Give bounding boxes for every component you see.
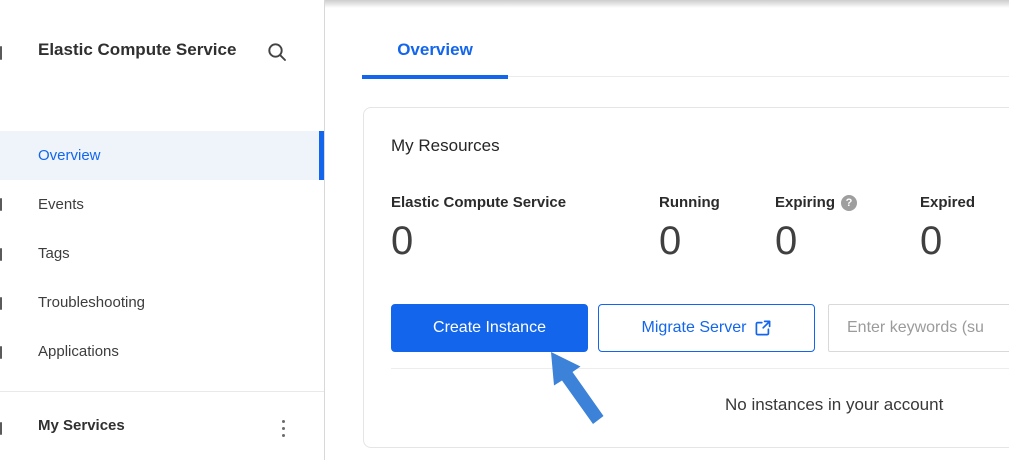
- sidebar-divider: [0, 391, 324, 392]
- stat-value: 0: [659, 220, 720, 262]
- search-icon[interactable]: [266, 41, 288, 63]
- empty-state-text: No instances in your account: [725, 395, 943, 415]
- stat-value: 0: [775, 220, 857, 262]
- stat-value: 0: [920, 220, 975, 262]
- stat-label: Elastic Compute Service: [391, 194, 566, 211]
- kebab-menu-icon[interactable]: [274, 416, 292, 440]
- sidebar-item-troubleshooting[interactable]: Troubleshooting: [0, 278, 324, 327]
- create-instance-button[interactable]: Create Instance: [391, 304, 588, 352]
- keyword-search-input[interactable]: [828, 304, 1009, 352]
- sidebar-item-label: Overview: [38, 147, 101, 164]
- sidebar-item-label: Troubleshooting: [38, 294, 145, 311]
- stat-label: Expiring?: [775, 194, 857, 211]
- sidebar-item-label: Tags: [38, 245, 70, 262]
- stat-expiring: Expiring? 0: [775, 194, 857, 262]
- migrate-server-button[interactable]: Migrate Server: [598, 304, 815, 352]
- tab-label: Overview: [397, 40, 473, 59]
- sidebar-item-label: Applications: [38, 343, 119, 360]
- my-services-label: My Services: [38, 417, 125, 434]
- sidebar-item-applications[interactable]: Applications: [0, 327, 324, 376]
- tab-overview[interactable]: Overview: [362, 28, 508, 77]
- stat-expired: Expired 0: [920, 194, 975, 262]
- sidebar-item-tags[interactable]: Tags: [0, 229, 324, 278]
- sidebar-title: Elastic Compute Service: [38, 34, 243, 65]
- card-title: My Resources: [391, 136, 500, 156]
- external-link-icon: [755, 320, 771, 336]
- tab-bar: Overview: [362, 28, 1009, 77]
- card-divider: [391, 368, 1009, 369]
- my-resources-card: My Resources Elastic Compute Service 0 R…: [363, 107, 1009, 448]
- stat-value: 0: [391, 220, 566, 262]
- stat-label: Expired: [920, 194, 975, 211]
- active-tab-indicator: [362, 75, 508, 79]
- sidebar-item-overview[interactable]: Overview: [0, 131, 324, 180]
- sidebar-item-events[interactable]: Events: [0, 180, 324, 229]
- help-icon[interactable]: ?: [841, 195, 857, 211]
- sidebar: Elastic Compute Service Overview Events …: [0, 0, 324, 460]
- sidebar-nav: Overview Events Tags Troubleshooting App…: [0, 131, 324, 376]
- migrate-server-label: Migrate Server: [642, 319, 747, 337]
- stat-label: Running: [659, 194, 720, 211]
- stat-running: Running 0: [659, 194, 720, 262]
- clipped-left-content: [0, 46, 2, 60]
- main-content: Overview My Resources Elastic Compute Se…: [325, 0, 1009, 460]
- my-services-section: My Services: [0, 413, 324, 445]
- sidebar-item-label: Events: [38, 196, 84, 213]
- stat-ecs: Elastic Compute Service 0: [391, 194, 566, 262]
